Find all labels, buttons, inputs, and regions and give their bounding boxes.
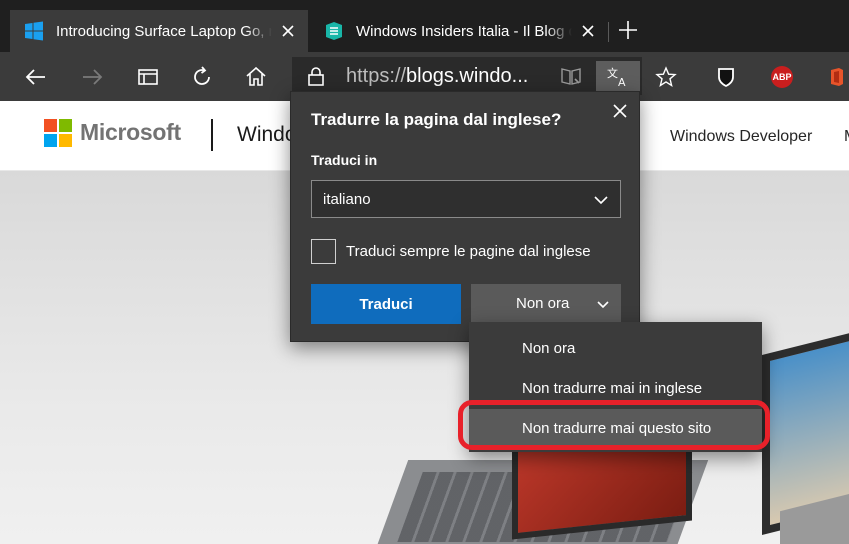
close-tab-icon[interactable] [578,21,598,41]
back-button[interactable] [20,52,52,101]
not-now-label: Non ora [516,295,570,312]
star-icon [655,65,677,87]
popup-title: Tradurre la pagina dal inglese? [311,110,562,129]
abp-extension-button[interactable]: ABP [766,52,798,101]
always-translate-checkbox[interactable] [311,239,336,264]
chevron-down-icon [594,196,608,205]
language-select-value: italiano [323,191,371,208]
office-extension-button[interactable] [822,52,849,101]
tabs-aside-icon [138,68,158,85]
translate-to-label: Traduci in [311,152,378,168]
header-divider [211,119,213,151]
svg-text:文: 文 [607,66,618,80]
url-host: blogs.windo... [406,65,529,87]
translate-popup: Tradurre la pagina dal inglese? Traduci … [290,91,640,342]
menu-item-label: Non tradurre mai in inglese [522,379,703,397]
nav-link-partial-right[interactable]: M [844,128,849,146]
lock-icon[interactable] [306,66,326,86]
menu-item-not-now[interactable]: Non ora [469,329,762,367]
address-bar[interactable]: https://blogs.windo... 文 A [292,57,642,95]
office-extension-icon [830,67,843,86]
tab-title: Introducing Surface Laptop Go, more [56,22,272,40]
tab-strip: Introducing Surface Laptop Go, more Wind… [0,0,849,52]
tabs-aside-button[interactable] [132,52,164,101]
tab-windows-insiders[interactable]: Windows Insiders Italia - Il Blog di [310,10,608,52]
refresh-icon [194,65,210,85]
reading-view-icon[interactable] [560,65,582,87]
home-button[interactable] [240,52,272,101]
close-tab-icon[interactable] [278,21,298,41]
chevron-down-icon [597,301,609,309]
home-icon [246,66,266,86]
plus-icon[interactable] [616,18,640,42]
always-translate-label[interactable]: Traduci sempre le pagine dal inglese [346,243,591,260]
translate-button[interactable]: 文 A [596,61,640,93]
back-arrow-icon [25,68,45,85]
highlight-annotation [458,400,770,450]
language-select[interactable]: italiano [311,180,621,218]
favorites-button[interactable] [650,52,682,101]
translate-action-button[interactable]: Traduci [311,284,461,324]
forward-button[interactable] [76,52,108,101]
url-scheme: https:// [346,65,407,87]
close-icon[interactable] [611,102,629,120]
menu-item-label: Non ora [522,339,576,357]
svg-text:A: A [618,76,626,89]
abp-extension-icon: ABP [771,65,793,88]
tab-separator [608,22,609,42]
brand-name[interactable]: Microsoft [80,119,181,146]
shield-extension-button[interactable] [710,52,742,101]
url-text[interactable]: https://blogs.windo... [346,65,528,88]
windows-logo-icon [25,21,43,41]
microsoft-logo-icon[interactable] [44,119,72,147]
windows-insiders-icon [326,22,342,40]
nav-link-windows-developer[interactable]: Windows Developer [670,128,812,146]
refresh-button[interactable] [186,52,218,101]
shield-extension-icon [718,67,734,87]
tab-title: Windows Insiders Italia - Il Blog di [356,22,572,40]
tab-surface-laptop-go[interactable]: Introducing Surface Laptop Go, more [10,10,308,52]
translate-icon: 文 A [607,66,626,89]
forward-arrow-icon [83,68,103,85]
not-now-button[interactable]: Non ora [471,284,621,324]
